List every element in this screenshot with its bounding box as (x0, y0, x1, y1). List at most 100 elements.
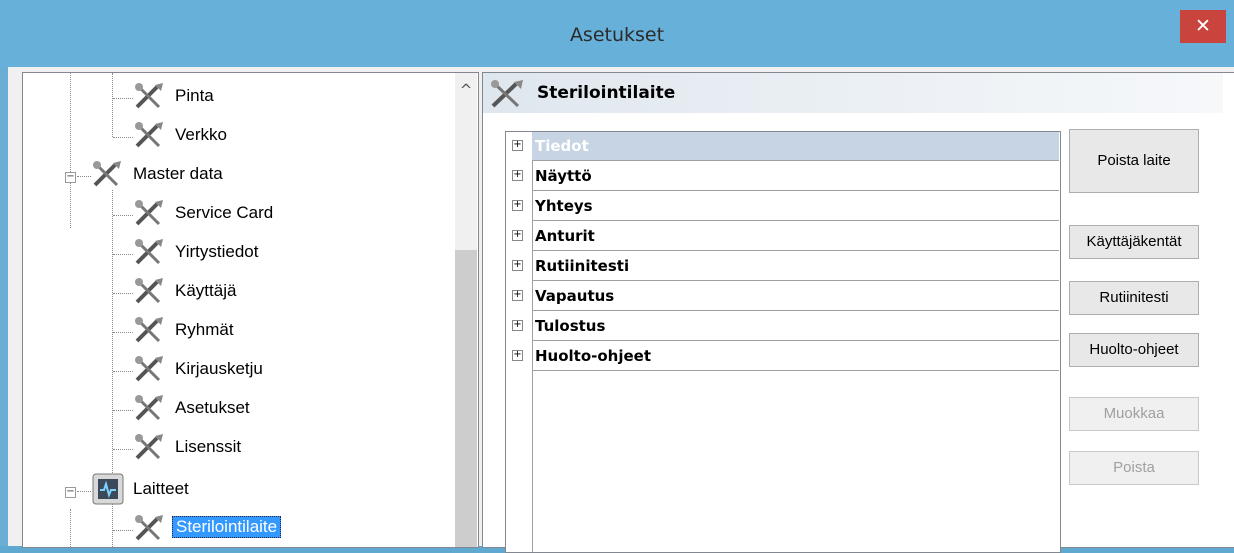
section-label: Näyttö (535, 167, 592, 185)
expand-icon[interactable]: + (512, 260, 523, 271)
section-label: Rutiinitesti (535, 257, 630, 275)
tree-item-laitteet[interactable]: − Laitteet (23, 470, 453, 508)
tree-item-yirtystiedot[interactable]: Yirtystiedot (23, 233, 453, 271)
tools-icon (135, 515, 163, 541)
tree-connector (113, 137, 133, 138)
tools-icon (135, 200, 163, 226)
tree-item-label: Laitteet (133, 479, 189, 498)
tree-item-label: Service Card (175, 203, 274, 222)
grid-cell: Huolto-ohjeet (532, 342, 1059, 371)
grid-cell: Näyttö (532, 162, 1059, 191)
tools-icon (491, 80, 523, 108)
grid-section-naytto[interactable]: + Näyttö (506, 162, 1060, 191)
grid-cell: Tiedot (532, 132, 1059, 161)
tree-item-ryhmat[interactable]: Ryhmät (23, 311, 453, 349)
device-settings-panel: Sterilointilaite + Tiedot + Näyttö + Yht… (482, 72, 1234, 553)
tree-item-label: Verkko (175, 125, 227, 144)
tree-item-label: Kirjausketju (175, 359, 263, 378)
grid-cell: Rutiinitesti (532, 252, 1059, 281)
tools-icon (135, 434, 163, 460)
scroll-up-icon[interactable]: ^ (455, 79, 477, 101)
close-icon: ✕ (1195, 15, 1211, 37)
tree-item-label: Asetukset (175, 398, 250, 417)
dialog-body: Pinta Verkko − Master data Service Card … (8, 67, 1234, 553)
tree-connector (113, 254, 133, 255)
grid-section-huolto-ohjeet[interactable]: + Huolto-ohjeet (506, 342, 1060, 371)
grid-cell: Tulostus (532, 312, 1059, 341)
device-monitor-icon (92, 473, 124, 505)
collapse-icon[interactable]: − (65, 172, 76, 183)
maintenance-instructions-button[interactable]: Huolto-ohjeet (1069, 333, 1199, 367)
grid-cell: Anturit (532, 222, 1059, 251)
grid-cell: Yhteys (532, 192, 1059, 221)
panel-header: Sterilointilaite (483, 73, 1223, 113)
section-label: Huolto-ohjeet (535, 347, 652, 365)
tree-connector (113, 530, 133, 531)
grid-section-tiedot[interactable]: + Tiedot (506, 132, 1060, 161)
edit-button[interactable]: Muokkaa (1069, 397, 1199, 431)
tree-item-verkko[interactable]: Verkko (23, 116, 453, 154)
tree-item-sterilointilaite[interactable]: Sterilointilaite (23, 509, 453, 547)
delete-button[interactable]: Poista (1069, 451, 1199, 485)
tools-icon (135, 83, 163, 109)
tree-item-label: Sterilointilaite (172, 516, 282, 538)
remove-device-button[interactable]: Poista laite (1069, 129, 1199, 193)
settings-tree: Pinta Verkko − Master data Service Card … (22, 72, 479, 548)
collapse-icon[interactable]: − (65, 487, 76, 498)
tree-connector (113, 332, 133, 333)
expand-icon[interactable]: + (512, 200, 523, 211)
tree-scrollbar[interactable]: ^ (455, 73, 477, 547)
section-label: Yhteys (535, 197, 593, 215)
grid-section-tulostus[interactable]: + Tulostus (506, 312, 1060, 341)
tree-item-label: Master data (133, 164, 223, 183)
expand-icon[interactable]: + (512, 230, 523, 241)
tools-icon (135, 356, 163, 382)
tree-connector (113, 215, 133, 216)
tree-item-lisenssit[interactable]: Lisenssit (23, 428, 453, 466)
scroll-thumb[interactable] (455, 250, 477, 547)
tree-item-master-data[interactable]: − Master data (23, 155, 453, 193)
tools-icon (135, 122, 163, 148)
tools-icon (93, 161, 121, 187)
tree-connector (77, 176, 91, 177)
tree-connector (113, 98, 133, 99)
tree-connector (113, 410, 133, 411)
tools-icon (135, 395, 163, 421)
tree-item-service-card[interactable]: Service Card (23, 194, 453, 232)
section-label: Vapautus (535, 287, 615, 305)
grid-section-anturit[interactable]: + Anturit (506, 222, 1060, 251)
tree-item-kayttaja[interactable]: Käyttäjä (23, 272, 453, 310)
tree-item-label: Yirtystiedot (175, 242, 259, 261)
tree-item-label: Ryhmät (175, 320, 234, 339)
grid-section-rutiinitesti[interactable]: + Rutiinitesti (506, 252, 1060, 281)
tree-connector (113, 293, 133, 294)
panel-title: Sterilointilaite (537, 83, 676, 103)
section-label: Anturit (535, 227, 595, 245)
close-button[interactable]: ✕ (1180, 10, 1226, 43)
expand-icon[interactable]: + (512, 170, 523, 181)
section-label: Tulostus (535, 317, 606, 335)
tree-item-label: Lisenssit (175, 437, 242, 456)
tree-connector (113, 449, 133, 450)
title-bar[interactable]: Asetukset ✕ (0, 0, 1234, 67)
expand-icon[interactable]: + (512, 350, 523, 361)
expand-icon[interactable]: + (512, 140, 523, 151)
tree-item-asetukset[interactable]: Asetukset (23, 389, 453, 427)
grid-section-yhteys[interactable]: + Yhteys (506, 192, 1060, 221)
expand-icon[interactable]: + (512, 320, 523, 331)
tools-icon (135, 317, 163, 343)
settings-window: Asetukset ✕ Pinta Verkko − Master data S… (0, 0, 1234, 553)
grid-cell: Vapautus (532, 282, 1059, 311)
grid-section-vapautus[interactable]: + Vapautus (506, 282, 1060, 311)
window-title: Asetukset (569, 24, 665, 46)
tree-item-label: Käyttäjä (175, 281, 237, 300)
tree-item-pinta[interactable]: Pinta (23, 77, 453, 115)
routine-test-button[interactable]: Rutiinitesti (1069, 281, 1199, 315)
expand-icon[interactable]: + (512, 290, 523, 301)
tree-item-kirjausketju[interactable]: Kirjausketju (23, 350, 453, 388)
tools-icon (135, 278, 163, 304)
tree-connector (77, 491, 91, 492)
section-label: Tiedot (535, 137, 589, 155)
user-fields-button[interactable]: Käyttäjäkentät (1069, 225, 1199, 259)
tree-connector (113, 371, 133, 372)
